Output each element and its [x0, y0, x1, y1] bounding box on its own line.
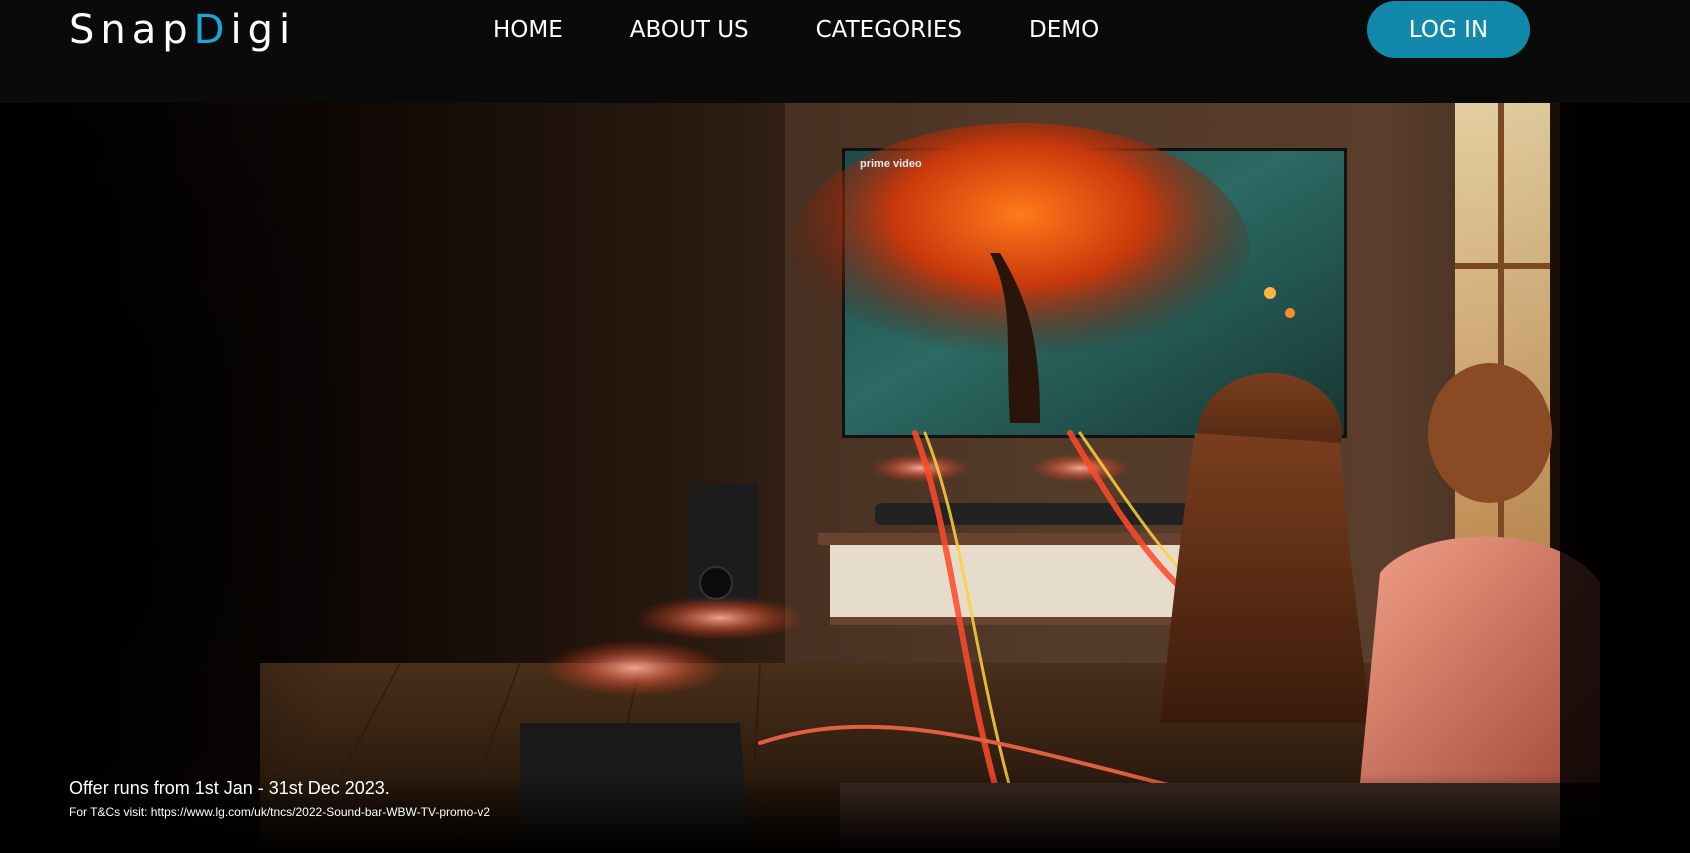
hero-banner: prime video Offer runs from 1st Jan - 31…: [0, 103, 1690, 853]
logo-text-end: igi: [230, 7, 297, 53]
terms-link-text[interactable]: For T&Cs visit: https://www.lg.com/uk/tn…: [69, 804, 490, 820]
main-nav: HOME ABOUT US CATEGORIES DEMO: [493, 14, 1099, 46]
site-logo[interactable]: Snap Digi: [69, 6, 296, 54]
logo-text-start: Snap: [69, 7, 194, 53]
logo-text-accent: D: [193, 7, 231, 53]
top-navbar: Snap Digi HOME ABOUT US CATEGORIES DEMO L…: [0, 0, 1690, 103]
hero-image: [0, 103, 1690, 853]
login-button[interactable]: LOG IN: [1367, 1, 1530, 58]
page: Snap Digi HOME ABOUT US CATEGORIES DEMO L…: [0, 0, 1690, 853]
offer-dates-text: Offer runs from 1st Jan - 31st Dec 2023.: [69, 778, 390, 798]
tv-streaming-logo: prime video: [860, 158, 922, 170]
nav-link-about-us[interactable]: ABOUT US: [630, 14, 749, 46]
nav-link-home[interactable]: HOME: [493, 14, 563, 46]
nav-link-demo[interactable]: DEMO: [1029, 14, 1099, 46]
nav-link-categories[interactable]: CATEGORIES: [816, 14, 962, 46]
